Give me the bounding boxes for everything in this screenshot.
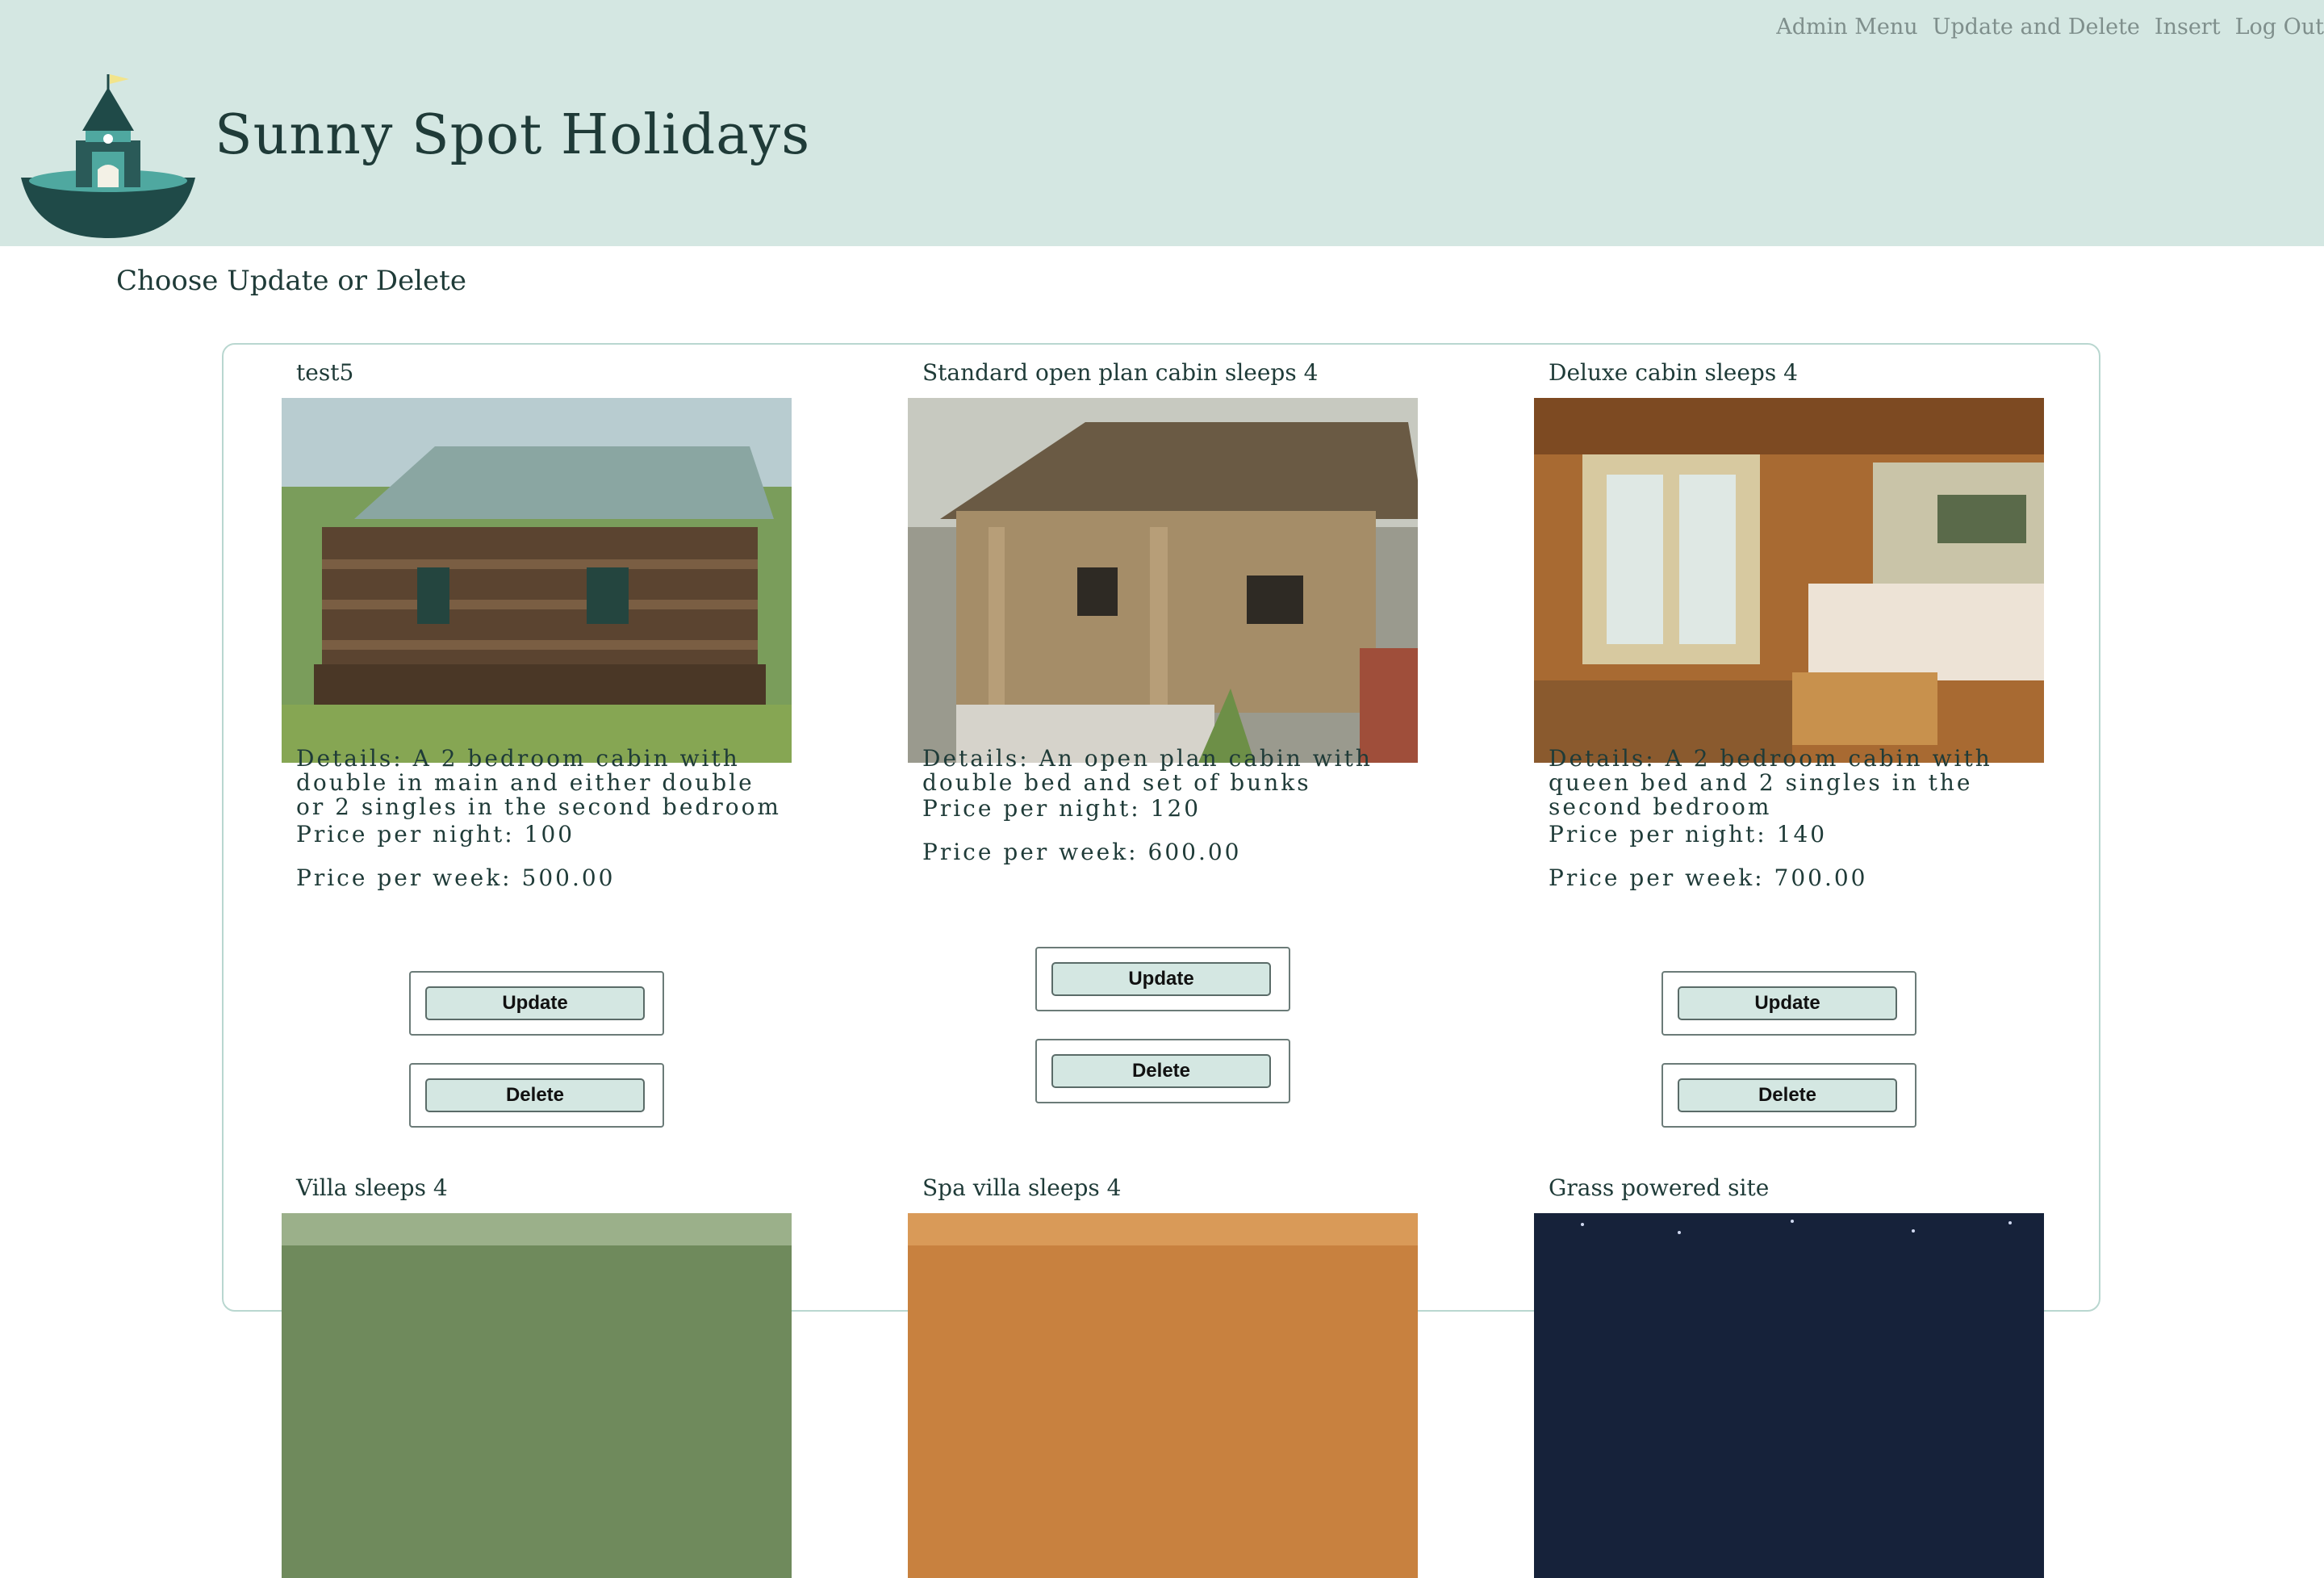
cabin-details: Details: A 2 bedroom cabin with double i… xyxy=(296,745,781,820)
cabin-photo xyxy=(282,398,792,763)
cabin-photo xyxy=(282,1213,792,1578)
update-button[interactable]: Update xyxy=(1051,962,1271,996)
cabin-title: Grass powered site xyxy=(1549,1174,1770,1201)
site-header: Admin Menu Update and Delete Insert Log … xyxy=(0,0,2324,246)
starry-sky-image xyxy=(1534,1213,2044,1578)
nav-log-out[interactable]: Log Out xyxy=(2235,15,2324,40)
price-per-night: Price per night: 100 xyxy=(296,821,575,848)
cabin-photo xyxy=(908,1213,1418,1578)
cabin-title: Standard open plan cabin sleeps 4 xyxy=(922,359,1319,386)
delete-form: Delete xyxy=(1661,1063,1916,1128)
spa-villa-image xyxy=(908,1213,1418,1578)
update-form: Update xyxy=(1035,947,1290,1011)
cabin-list-panel: test5 Details: A 2 bedroom cabin with do… xyxy=(222,343,2100,1578)
cabin-photo xyxy=(1534,398,2044,763)
cabin-details: Details: An open plan cabin with double … xyxy=(922,745,1373,796)
update-form: Update xyxy=(409,971,664,1036)
update-form: Update xyxy=(1661,971,1916,1036)
cabin-title: Deluxe cabin sleeps 4 xyxy=(1549,359,1798,386)
cabin-photo xyxy=(1534,1213,2044,1578)
price-per-week: Price per week: 700.00 xyxy=(1549,864,1868,891)
cabin-title: test5 xyxy=(296,359,354,386)
nav-insert[interactable]: Insert xyxy=(2155,15,2221,40)
log-cabin-image xyxy=(282,398,792,763)
price-per-week: Price per week: 600.00 xyxy=(922,839,1242,865)
delete-button[interactable]: Delete xyxy=(425,1078,645,1112)
castle-logo-icon[interactable] xyxy=(21,73,195,242)
delete-button[interactable]: Delete xyxy=(1051,1054,1271,1088)
delete-form: Delete xyxy=(1035,1039,1290,1103)
delete-form: Delete xyxy=(409,1063,664,1128)
villa-image xyxy=(282,1213,792,1578)
price-per-night: Price per night: 120 xyxy=(922,795,1202,822)
site-title: Sunny Spot Holidays xyxy=(215,103,811,167)
cabin-title: Villa sleeps 4 xyxy=(296,1174,448,1201)
cabin-photo xyxy=(908,398,1418,763)
nav-update-and-delete[interactable]: Update and Delete xyxy=(1933,15,2140,40)
cabin-details: Details: A 2 bedroom cabin with queen be… xyxy=(1549,745,1992,820)
delete-button[interactable]: Delete xyxy=(1678,1078,1897,1112)
nav-admin-menu[interactable]: Admin Menu xyxy=(1776,15,1917,40)
top-nav: Admin Menu Update and Delete Insert Log … xyxy=(1776,15,2324,40)
page-heading: Choose Update or Delete xyxy=(116,265,466,297)
cabin-title: Spa villa sleeps 4 xyxy=(922,1174,1122,1201)
update-button[interactable]: Update xyxy=(425,986,645,1020)
update-button[interactable]: Update xyxy=(1678,986,1897,1020)
price-per-week: Price per week: 500.00 xyxy=(296,864,616,891)
bamboo-cabin-image xyxy=(908,398,1418,763)
cabin-bedroom-image xyxy=(1534,398,2044,763)
price-per-night: Price per night: 140 xyxy=(1549,821,1828,848)
